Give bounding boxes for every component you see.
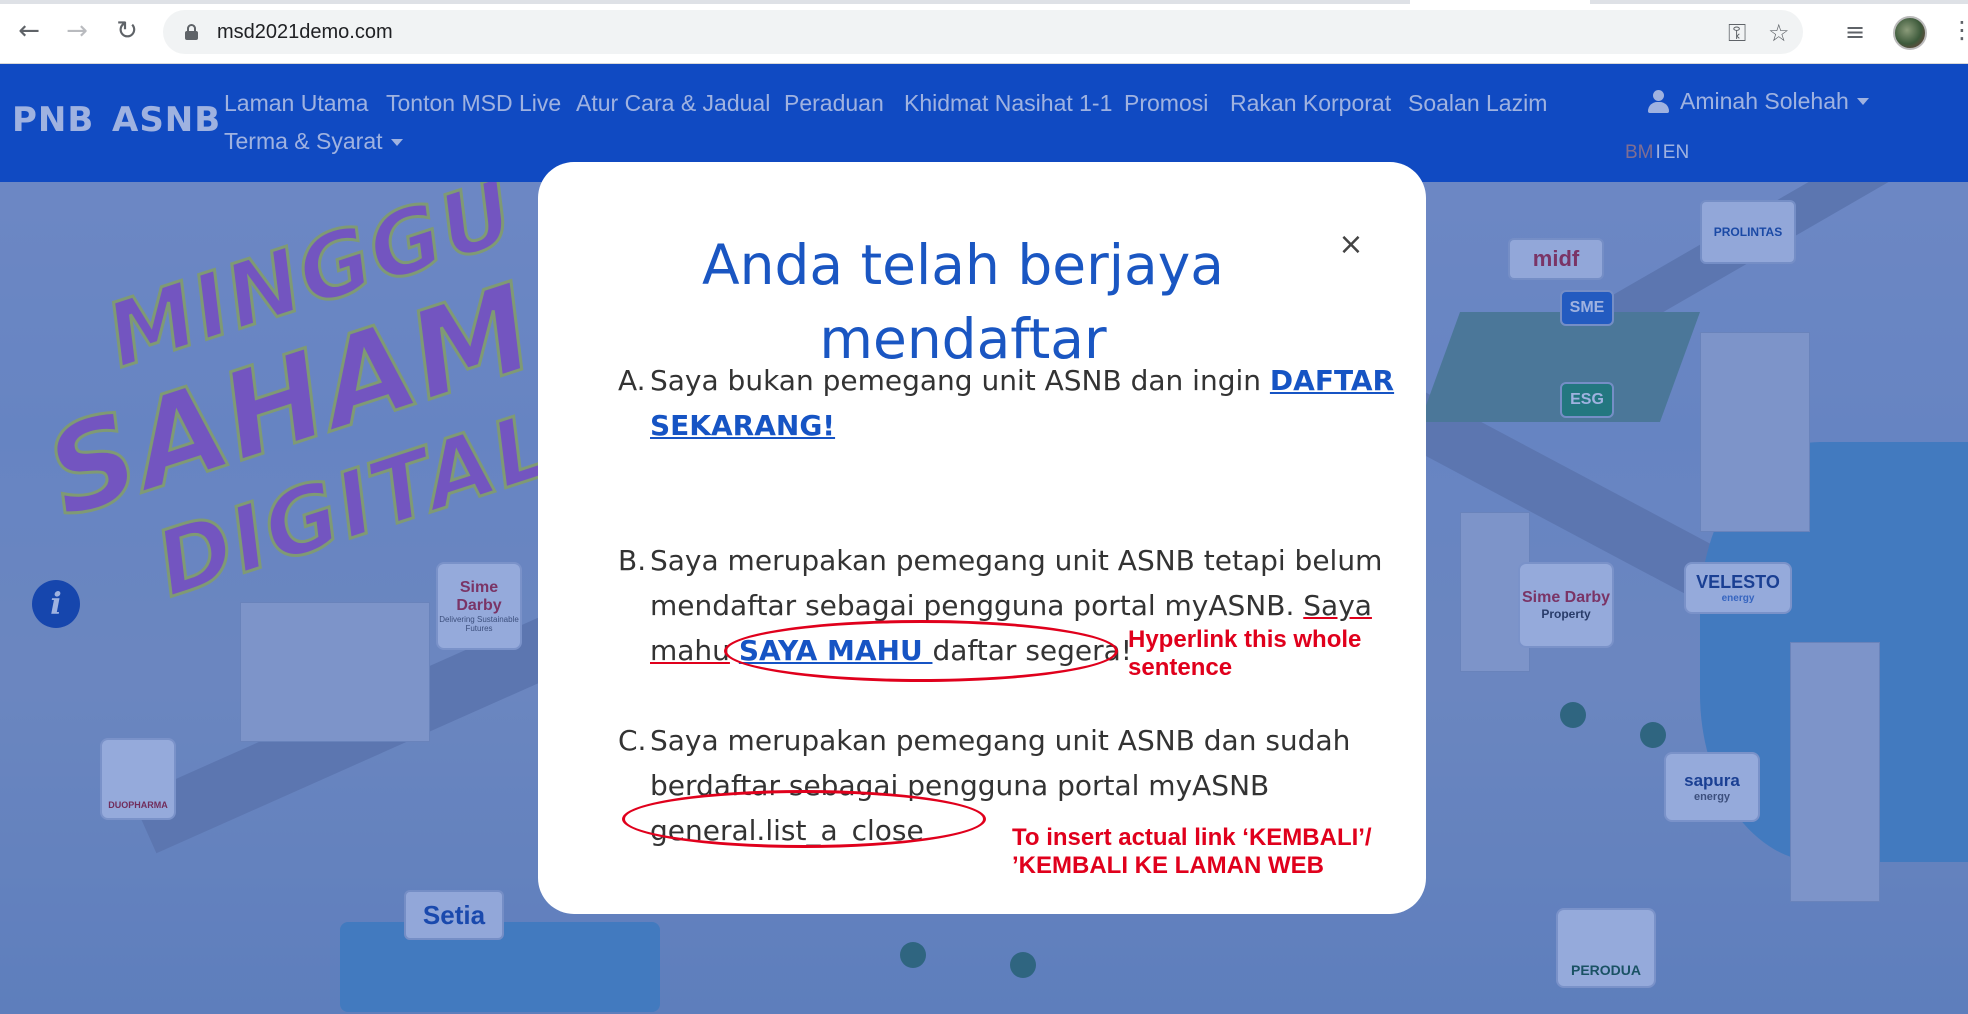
option-a-letter: A.	[618, 364, 646, 397]
kebab-menu-icon[interactable]: ⋮	[1950, 18, 1968, 42]
option-a-text: Saya bukan pemegang unit ASNB dan ingin	[650, 364, 1270, 397]
annotation-ellipse-saya-mahu	[724, 620, 1118, 682]
option-b-saya: Saya	[1303, 589, 1372, 622]
media-queue-icon[interactable]: ≡	[1845, 18, 1865, 46]
profile-avatar[interactable]	[1893, 16, 1927, 50]
url-text[interactable]: msd2021demo.com	[217, 21, 393, 44]
option-b-line-2: mendaftar sebagai pengguna portal myASNB…	[650, 589, 1304, 622]
key-icon[interactable]: ⚿	[1728, 19, 1746, 47]
modal-title-line-1: Anda telah berjaya	[702, 233, 1224, 297]
active-tab-edge	[1410, 0, 1590, 4]
option-c-letter: C.	[618, 724, 647, 757]
reload-icon[interactable]: ↻	[110, 14, 144, 48]
option-c-line-1: Saya merupakan pemegang unit ASNB dan su…	[650, 724, 1351, 757]
option-a: Saya bukan pemegang unit ASNB dan ingin …	[650, 358, 1410, 448]
star-icon[interactable]: ☆	[1768, 19, 1790, 47]
tab-strip	[0, 0, 1968, 4]
modal-title: Anda telah berjaya mendaftar	[538, 228, 1388, 376]
annotation-insert-line-1: To insert actual link ‘KEMBALI’/	[1012, 824, 1372, 851]
daftar-sekarang-link[interactable]: DAFTAR	[1270, 364, 1394, 397]
option-b-letter: B.	[618, 544, 647, 577]
back-icon[interactable]: ←	[12, 14, 46, 48]
close-icon[interactable]: ×	[1336, 230, 1366, 260]
forward-icon[interactable]: →	[60, 14, 94, 48]
option-b-mahu: mahu	[650, 634, 730, 667]
annotation-hyperlink-note: Hyperlink this whole sentence	[1128, 626, 1361, 682]
annotation-ellipse-close-link	[622, 790, 986, 848]
daftar-sekarang-link-cont[interactable]: SEKARANG!	[650, 409, 835, 442]
address-bar[interactable]: msd2021demo.com ⚿ ☆	[163, 10, 1803, 54]
browser-toolbar: ← → ↻ msd2021demo.com ⚿ ☆ ≡ ⋮	[0, 0, 1968, 64]
annotation-insert-link-note: To insert actual link ‘KEMBALI’/ ’KEMBAL…	[1012, 824, 1372, 880]
lock-icon	[185, 24, 198, 40]
annotation-insert-line-2: ’KEMBALI KE LAMAN WEB	[1012, 852, 1324, 879]
option-b-line-1: Saya merupakan pemegang unit ASNB tetapi…	[650, 544, 1383, 577]
annotation-hyperlink-line-2: sentence	[1128, 654, 1233, 681]
annotation-hyperlink-line-1: Hyperlink this whole	[1128, 626, 1362, 653]
